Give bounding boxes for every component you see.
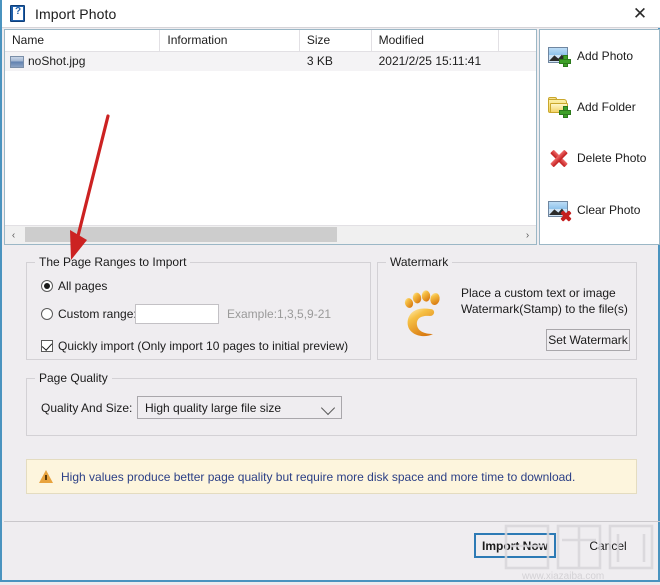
delete-photo-button[interactable]: Delete Photo (548, 146, 646, 170)
column-header-size[interactable]: Size (300, 30, 372, 52)
image-thumbnail-icon (10, 55, 24, 68)
quality-and-size-label: Quality And Size: (41, 401, 133, 415)
page-ranges-legend: The Page Ranges to Import (35, 255, 191, 269)
cell-extra (499, 52, 536, 71)
cell-modified: 2021/2/25 15:11:41 (378, 54, 482, 68)
cell-information (160, 52, 299, 71)
set-watermark-button[interactable]: Set Watermark (546, 329, 630, 351)
watermark-group: Watermark Place a custom text or image W… (377, 255, 637, 360)
svg-text:www.xiazaiba.com: www.xiazaiba.com (521, 571, 604, 582)
column-header-name[interactable]: Name (5, 30, 161, 52)
close-icon[interactable]: ✕ (618, 0, 660, 27)
clear-photo-label: Clear Photo (577, 203, 641, 217)
quality-and-size-value: High quality large file size (145, 400, 282, 415)
scroll-right-icon[interactable]: › (519, 226, 536, 244)
radio-all-pages-indicator[interactable] (41, 280, 53, 292)
add-photo-button[interactable]: Add Photo (548, 44, 633, 68)
add-photo-icon (548, 46, 571, 67)
cell-size: 3 KB (306, 54, 333, 68)
radio-custom-range[interactable]: Custom range: (41, 307, 137, 321)
notice-text: High values produce better page quality … (61, 469, 576, 484)
custom-range-input[interactable] (135, 304, 219, 324)
watermark-description-line2: Watermark(Stamp) to the file(s) (461, 302, 628, 316)
radio-custom-range-indicator[interactable] (41, 308, 53, 320)
table-row[interactable]: noShot.jpg 3 KB 2021/2/25 15:11:41 (5, 52, 536, 71)
column-header-extra[interactable] (499, 30, 536, 52)
quality-and-size-select[interactable]: High quality large file size (137, 396, 342, 419)
footprint-icon (400, 285, 448, 339)
add-folder-label: Add Folder (577, 100, 636, 114)
scrollbar-track[interactable] (22, 226, 519, 244)
action-panel: Add Photo Add Folder Delete Photo Clear … (539, 29, 660, 245)
radio-all-pages[interactable]: All pages (41, 279, 107, 293)
watermark-description: Place a custom text or image Watermark(S… (461, 285, 628, 317)
scrollbar-thumb[interactable] (25, 227, 337, 242)
delete-photo-icon (548, 148, 570, 168)
help-document-icon: ? (10, 5, 26, 22)
checkbox-quickly-import-label: Quickly import (Only import 10 pages to … (58, 339, 349, 353)
column-header-information[interactable]: Information (160, 30, 300, 52)
add-folder-button[interactable]: Add Folder (548, 95, 636, 119)
watermark-description-line1: Place a custom text or image (461, 286, 616, 300)
chevron-down-icon[interactable] (320, 400, 336, 416)
page-ranges-group: The Page Ranges to Import All pages Cust… (26, 255, 371, 360)
horizontal-scrollbar[interactable]: ‹ › (5, 225, 536, 244)
column-header-modified[interactable]: Modified (372, 30, 500, 52)
delete-photo-label: Delete Photo (577, 151, 647, 165)
warning-icon (39, 470, 53, 483)
scroll-left-icon[interactable]: ‹ (5, 226, 22, 244)
add-folder-icon (548, 97, 571, 118)
file-list-header: Name Information Size Modified (5, 30, 536, 52)
cell-name: noShot.jpg (5, 52, 160, 71)
page-quality-group: Page Quality Quality And Size: High qual… (26, 371, 637, 436)
import-now-button[interactable]: Import Now (474, 533, 556, 558)
add-photo-label: Add Photo (577, 49, 634, 63)
import-photo-dialog: ? Import Photo ✕ Name Information Size M… (0, 0, 660, 582)
window-title: Import Photo (35, 5, 117, 22)
title-bar: ? Import Photo ✕ (2, 0, 660, 28)
cancel-button[interactable]: Cancel (572, 533, 644, 558)
checkbox-quickly-import-indicator[interactable] (41, 340, 53, 352)
watermark-legend: Watermark (386, 255, 453, 269)
checkbox-quickly-import[interactable]: Quickly import (Only import 10 pages to … (41, 339, 348, 353)
clear-photo-button[interactable]: Clear Photo (548, 198, 640, 222)
footer-divider (4, 521, 660, 522)
clear-photo-icon (548, 200, 572, 222)
notice-bar: High values produce better page quality … (26, 459, 637, 494)
radio-custom-range-label: Custom range: (58, 307, 137, 321)
file-list[interactable]: Name Information Size Modified noShot.jp… (4, 29, 537, 245)
page-quality-legend: Page Quality (35, 371, 112, 385)
file-name-label: noShot.jpg (28, 54, 86, 68)
radio-all-pages-label: All pages (58, 279, 108, 293)
custom-range-example-hint: Example:1,3,5,9-21 (227, 307, 332, 321)
